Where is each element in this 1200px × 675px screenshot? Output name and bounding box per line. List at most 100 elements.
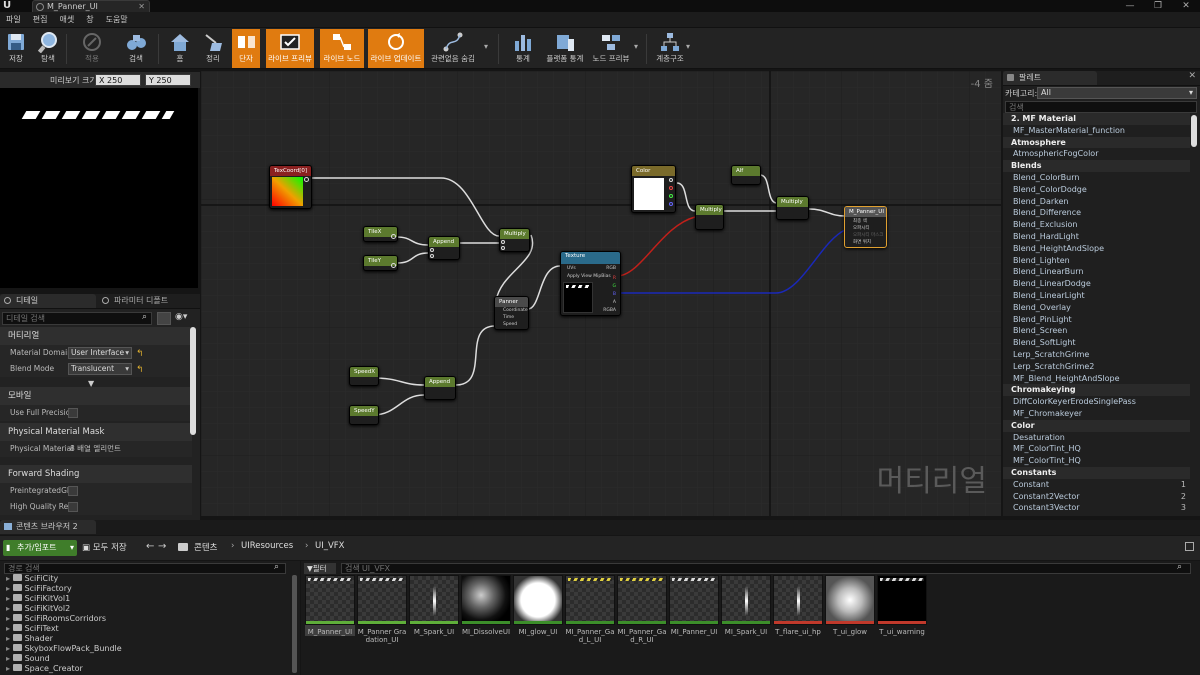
expand-arrow-icon[interactable]: ▸ bbox=[6, 584, 13, 593]
details-search-input[interactable] bbox=[2, 312, 152, 325]
palette-item[interactable]: Blend_Lighten bbox=[1003, 255, 1190, 267]
palette-item[interactable]: DiffColorKeyerErodeSinglePass bbox=[1003, 396, 1190, 408]
platform-stats-button[interactable]: 플랫폼 통계 bbox=[544, 29, 586, 68]
multiply-node-1[interactable]: Multiply bbox=[499, 228, 530, 252]
palette-item[interactable]: Constant 1 bbox=[1003, 479, 1190, 491]
texcoord-node[interactable]: TexCoord[0] bbox=[269, 165, 312, 209]
reset-arrow-icon[interactable]: ↰ bbox=[136, 362, 144, 378]
folder-item[interactable]: ▸ Sound bbox=[6, 654, 50, 664]
folder-item[interactable]: ▸ SciFiKitVol1 bbox=[6, 594, 70, 604]
palette-item[interactable]: Constant3Vector 3 bbox=[1003, 502, 1190, 514]
category-mobile[interactable]: 모바일 bbox=[0, 387, 192, 405]
append-node-1[interactable]: Append bbox=[428, 236, 460, 260]
save-all-button[interactable]: ▣ 모두 저장 bbox=[82, 540, 127, 556]
expand-arrow-icon[interactable]: ▸ bbox=[6, 624, 13, 633]
hierarchy-button[interactable]: 계층구조 bbox=[654, 29, 686, 68]
tab-palette[interactable]: 팔레트 bbox=[1003, 71, 1097, 85]
blend-mode-combo[interactable]: Translucent bbox=[68, 363, 132, 375]
output-pin-r[interactable] bbox=[669, 186, 673, 190]
browse-button[interactable]: 탐색 bbox=[34, 29, 62, 68]
palette-item[interactable]: Blend_HardLight bbox=[1003, 231, 1190, 243]
multiply-node-2[interactable]: Multiply bbox=[695, 204, 724, 230]
asset-tile[interactable]: MI_DissolveUI bbox=[461, 575, 511, 636]
palette-item[interactable]: Blend_SoftLight bbox=[1003, 337, 1190, 349]
palette-item[interactable]: Blend_Overlay bbox=[1003, 302, 1190, 314]
palette-search-input[interactable] bbox=[1005, 101, 1197, 113]
asset-tile[interactable]: T_ui_glow bbox=[825, 575, 875, 636]
category-physical-material-mask[interactable]: Physical Material Mask bbox=[0, 423, 192, 441]
palette-item[interactable]: Blend_Darken bbox=[1003, 196, 1190, 208]
palette-item[interactable]: MF_ColorTint_HQ bbox=[1003, 455, 1190, 467]
close-window-icon[interactable]: ✕ bbox=[1176, 0, 1196, 12]
asset-tile[interactable]: MI_Spark_UI bbox=[721, 575, 771, 636]
hierarchy-dropdown-icon[interactable]: ▾ bbox=[686, 42, 690, 51]
category-forward-shading[interactable]: Forward Shading bbox=[0, 465, 192, 483]
category-material[interactable]: 머티리얼 bbox=[0, 327, 192, 345]
folder-item[interactable]: ▸ SciFiText bbox=[6, 624, 59, 634]
stats-button[interactable]: 통계 bbox=[508, 29, 538, 68]
live-preview-button[interactable]: 라이브 프리뷰 bbox=[266, 29, 314, 68]
palette-category[interactable]: Chromakeying bbox=[1003, 384, 1190, 397]
palette-item[interactable]: MF_MasterMaterial_function bbox=[1003, 125, 1190, 137]
use-full-precision-checkbox[interactable] bbox=[68, 408, 78, 418]
connectors-button[interactable]: 단자 bbox=[232, 29, 260, 68]
palette-item[interactable]: AtmosphericFogColor bbox=[1003, 148, 1190, 160]
palette-item[interactable]: Blend_LinearDodge bbox=[1003, 278, 1190, 290]
expand-arrow-icon[interactable]: ▸ bbox=[6, 644, 13, 653]
back-arrow-icon[interactable]: ← bbox=[146, 541, 154, 552]
breadcrumb-content[interactable]: 콘텐츠 bbox=[194, 541, 217, 553]
material-domain-combo[interactable]: User Interface bbox=[68, 347, 132, 359]
lock-icon[interactable] bbox=[1185, 542, 1194, 551]
asset-tile[interactable]: T_flare_ui_hp bbox=[773, 575, 823, 636]
document-tab[interactable]: M_Panner_UI ✕ bbox=[32, 0, 150, 12]
palette-item[interactable]: Blend_HeightAndSlope bbox=[1003, 243, 1190, 255]
palette-item[interactable]: Blend_Difference bbox=[1003, 207, 1190, 219]
palette-category[interactable]: 2. MF Material bbox=[1003, 113, 1190, 125]
folder-item[interactable]: ▸ Space_Creator bbox=[6, 664, 83, 674]
append-node-2[interactable]: Append bbox=[424, 376, 456, 400]
home-button[interactable]: 홈 bbox=[166, 29, 194, 68]
palette-category[interactable]: Color bbox=[1003, 419, 1190, 432]
asset-tile[interactable]: MI_Panner_Gad_R_UI bbox=[617, 575, 667, 644]
output-pin[interactable] bbox=[391, 234, 396, 239]
breadcrumb-uiresources[interactable]: UIResources bbox=[241, 541, 293, 551]
palette-item[interactable]: Blend_PinLight bbox=[1003, 314, 1190, 326]
palette-item[interactable]: MF_ColorTint_HQ bbox=[1003, 443, 1190, 455]
palette-item[interactable]: Blend_ColorDodge bbox=[1003, 184, 1190, 196]
output-pin-b[interactable] bbox=[669, 202, 673, 206]
asset-tile[interactable]: M_Panner_UI bbox=[305, 575, 355, 636]
palette-category[interactable]: Blends bbox=[1003, 160, 1190, 172]
preview-viewport[interactable] bbox=[0, 88, 198, 288]
clean-up-button[interactable]: 정리 bbox=[198, 29, 228, 68]
expand-arrow-icon[interactable]: ▸ bbox=[6, 594, 13, 603]
physical-material-row[interactable]: Physical Material 8 배열 엘리먼트 bbox=[0, 441, 192, 457]
tiley-node[interactable]: TileY bbox=[363, 255, 398, 271]
folder-item[interactable]: ▸ SciFiFactory bbox=[6, 584, 72, 594]
preview-x-input[interactable]: X 250 bbox=[95, 74, 141, 86]
expand-arrow-icon[interactable]: ▸ bbox=[6, 604, 13, 613]
palette-item[interactable]: Blend_LinearLight bbox=[1003, 290, 1190, 302]
palette-item[interactable]: Constant2Vector 2 bbox=[1003, 491, 1190, 503]
menu-window[interactable]: 창 bbox=[80, 12, 99, 27]
maximize-icon[interactable]: ❐ bbox=[1148, 0, 1168, 12]
folder-item[interactable]: ▸ SkyboxFlowPack_Bundle bbox=[6, 644, 122, 654]
palette-item[interactable]: MF_Chromakeyer bbox=[1003, 408, 1190, 420]
palette-item[interactable]: Blend_LinearBurn bbox=[1003, 266, 1190, 278]
palette-item[interactable]: Blend_Screen bbox=[1003, 325, 1190, 337]
material-graph[interactable]: -4 줌 머티리얼 TexCoord[0] TileX TileY Append… bbox=[201, 71, 1001, 516]
palette-category[interactable]: Atmosphere bbox=[1003, 136, 1190, 149]
palette-item[interactable]: Blend_Exclusion bbox=[1003, 219, 1190, 231]
tab-content-browser[interactable]: 콘텐츠 브라우저 2 bbox=[0, 520, 96, 534]
panner-node[interactable]: Panner Coordinate Time Speed bbox=[494, 296, 529, 330]
output-pin[interactable] bbox=[669, 178, 673, 182]
minimize-icon[interactable]: — bbox=[1120, 0, 1140, 12]
folder-scrollbar[interactable] bbox=[292, 575, 297, 673]
multiply-node-3[interactable]: Multiply bbox=[776, 196, 809, 220]
preview-y-input[interactable]: Y 250 bbox=[145, 74, 191, 86]
input-pin[interactable] bbox=[501, 240, 505, 244]
details-scrollbar[interactable] bbox=[190, 327, 196, 435]
asset-tile[interactable]: MI_Panner_Gad_L_UI bbox=[565, 575, 615, 644]
palette-item[interactable]: Lerp_ScratchGrime2 bbox=[1003, 361, 1190, 373]
asset-tile[interactable]: MI_glow_UI bbox=[513, 575, 563, 636]
menu-edit[interactable]: 편집 bbox=[27, 12, 54, 27]
